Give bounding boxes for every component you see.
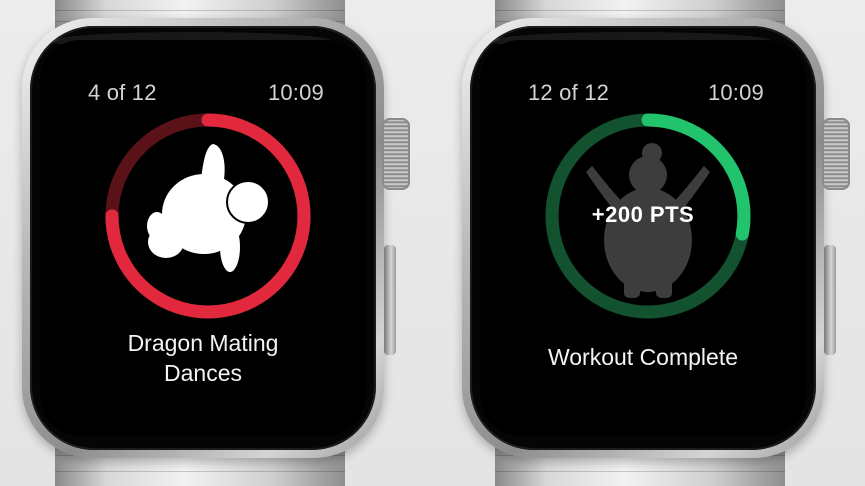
digital-crown[interactable]	[382, 118, 410, 190]
side-button[interactable]	[824, 245, 836, 355]
clock: 10:09	[707, 80, 764, 105]
exercise-name: Dragon Mating Dances	[40, 328, 366, 388]
exercise-figure-icon	[147, 144, 270, 272]
clock: 10:09	[267, 80, 324, 105]
exercise-ring	[102, 110, 314, 322]
watch-exercise: 4 of 12 10:09 Dragon Mating Dances	[0, 0, 410, 486]
watch-comparison: 4 of 12 10:09 Dragon Mating Dances 12 of…	[0, 0, 865, 486]
exercise-progress: 12 of 12	[528, 80, 610, 105]
digital-crown[interactable]	[822, 118, 850, 190]
side-button[interactable]	[384, 245, 396, 355]
workout-status: Workout Complete	[547, 344, 739, 370]
watch-screen: 4 of 12 10:09 Dragon Mating Dances	[40, 40, 366, 436]
exercise-name-line1: Dragon Mating	[127, 330, 279, 356]
watch-screen: 12 of 12 10:09 +200 PTS Workout Complete	[480, 40, 806, 436]
watch-complete: 12 of 12 10:09 +200 PTS Workout Complete	[440, 0, 850, 486]
points-earned: +200 PTS	[591, 202, 695, 227]
exercise-name-line2: Dances	[164, 360, 242, 386]
exercise-progress: 4 of 12	[88, 80, 157, 105]
